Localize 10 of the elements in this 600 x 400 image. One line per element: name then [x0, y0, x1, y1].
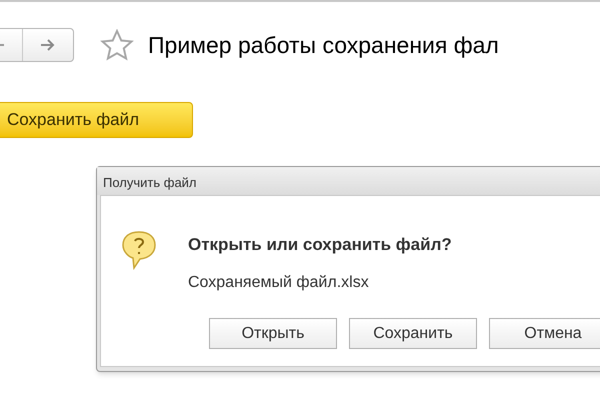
dialog-button[interactable]: Открыть: [209, 318, 337, 349]
page-title: Пример работы сохранения фал: [148, 30, 499, 60]
forward-arrow-icon: [40, 39, 56, 51]
save-file-button[interactable]: Сохранить файл: [0, 102, 193, 138]
dialog-title: Получить файл: [97, 167, 600, 195]
star-icon[interactable]: [100, 29, 134, 61]
dialog-button[interactable]: Сохранить: [349, 318, 477, 349]
dialog-question: Открыть или сохранить файл?: [188, 234, 452, 256]
file-name: Сохраняемый файл.xlsx: [188, 272, 370, 292]
dialog-button[interactable]: Отмена: [489, 318, 600, 349]
